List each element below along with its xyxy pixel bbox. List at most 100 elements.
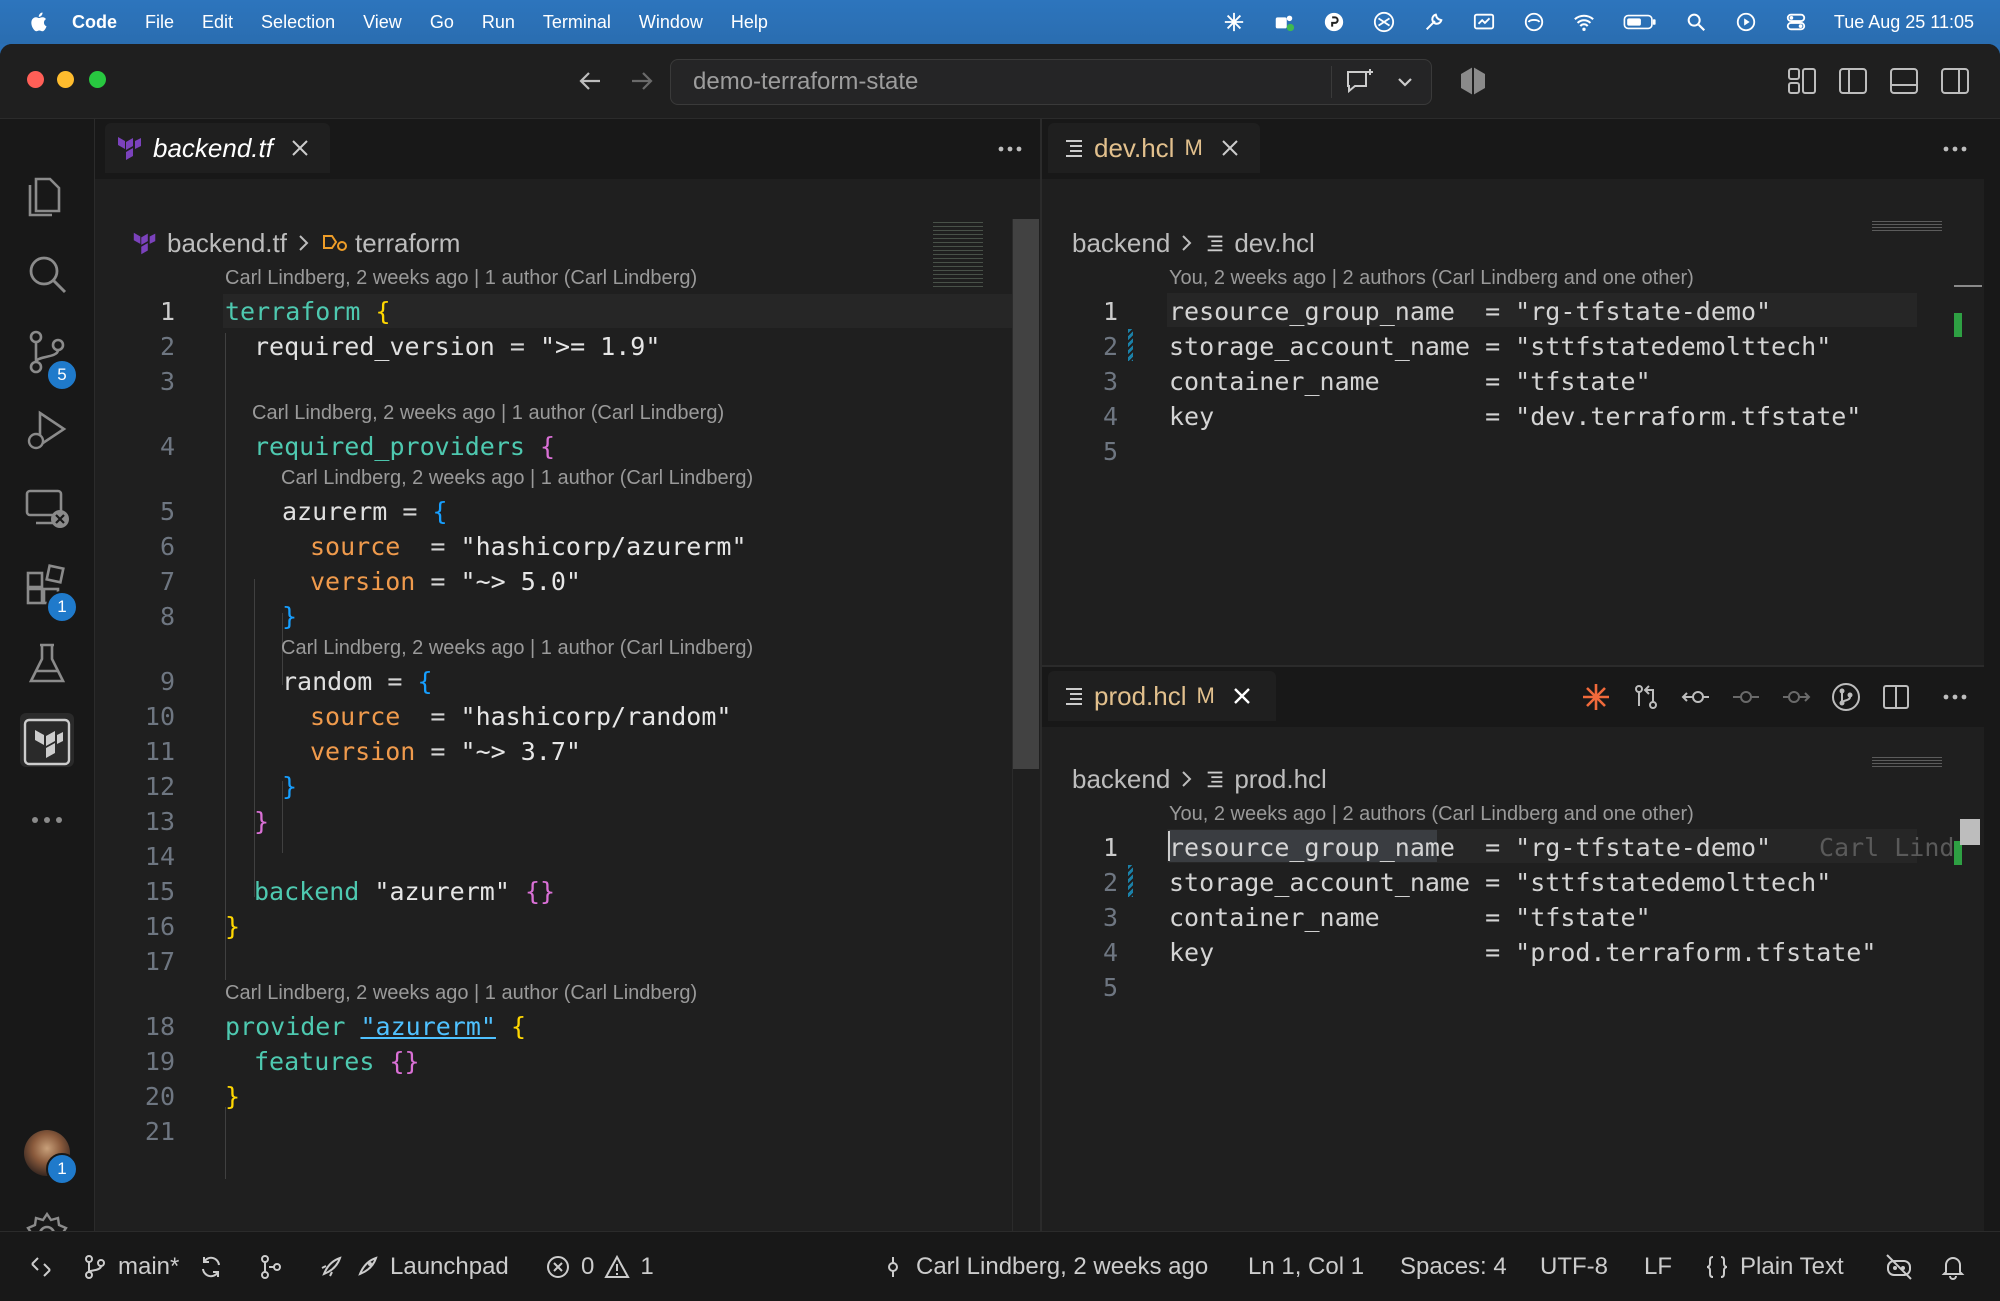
menu-help[interactable]: Help <box>731 12 768 33</box>
codelens-blame[interactable]: Carl Lindberg, 2 weeks ago | 1 author (C… <box>281 637 753 660</box>
launchpad-button[interactable]: Launchpad <box>318 1232 509 1301</box>
tab-prod-hcl[interactable]: prod.hcl M <box>1048 671 1276 721</box>
gutter-modified-marker[interactable] <box>1128 329 1133 361</box>
notifications-button[interactable] <box>1940 1232 1966 1301</box>
blame-status[interactable]: Carl Lindberg, 2 weeks ago <box>880 1232 1208 1301</box>
end-of-line[interactable]: LF <box>1644 1232 1672 1301</box>
explorer-icon[interactable] <box>22 171 72 221</box>
next-revision-icon[interactable] <box>1780 681 1812 713</box>
menu-view[interactable]: View <box>363 12 402 33</box>
remote-indicator[interactable] <box>28 1232 54 1301</box>
wifi-icon[interactable] <box>1572 11 1596 33</box>
tab-dev-hcl[interactable]: dev.hcl M <box>1048 123 1260 173</box>
more-actions-icon[interactable] <box>1940 685 1970 709</box>
control-center-icon[interactable] <box>1784 11 1808 33</box>
copilot-icon[interactable] <box>1322 11 1346 33</box>
apple-icon[interactable] <box>28 11 48 33</box>
close-tab-icon[interactable] <box>1219 137 1241 159</box>
git-graph-status[interactable] <box>258 1232 284 1301</box>
chevron-down-icon[interactable] <box>1393 70 1417 94</box>
breadcrumb-symbol[interactable]: terraform <box>355 228 460 259</box>
menu-file[interactable]: File <box>145 12 174 33</box>
breadcrumb-file[interactable]: backend.tf <box>167 228 287 259</box>
git-graph-icon[interactable] <box>1830 681 1862 713</box>
menu-go[interactable]: Go <box>430 12 454 33</box>
menu-selection[interactable]: Selection <box>261 12 335 33</box>
codelens-blame[interactable]: Carl Lindberg, 2 weeks ago | 1 author (C… <box>225 982 697 1005</box>
codelens-blame[interactable]: Carl Lindberg, 2 weeks ago | 1 author (C… <box>281 467 753 490</box>
chat-sparkle-icon[interactable] <box>1343 66 1377 98</box>
more-views-icon[interactable] <box>22 795 72 845</box>
split-editor-icon[interactable] <box>1880 681 1912 713</box>
toggle-secondary-sidebar-icon[interactable] <box>1938 64 1972 98</box>
minimap[interactable] <box>1872 219 1942 231</box>
screen-icon[interactable] <box>1472 11 1496 33</box>
close-tab-icon[interactable] <box>1231 685 1253 707</box>
terraform-icon[interactable] <box>22 717 72 767</box>
battery-icon[interactable] <box>1622 11 1658 33</box>
menubar-clock[interactable]: Tue Aug 25 11:05 <box>1834 12 1974 33</box>
codelens-blame[interactable]: Carl Lindberg, 2 weeks ago | 1 author (C… <box>252 402 724 425</box>
copilot-sparkle-icon[interactable] <box>1580 681 1612 713</box>
sync-button[interactable] <box>198 1232 224 1301</box>
menu-app[interactable]: Code <box>72 12 117 33</box>
close-tab-icon[interactable] <box>289 137 311 159</box>
branch-indicator[interactable]: main* <box>82 1232 179 1301</box>
breadcrumb-file[interactable]: dev.hcl <box>1234 228 1314 259</box>
previous-revision-icon[interactable] <box>1680 681 1712 713</box>
breadcrumb-file[interactable]: prod.hcl <box>1234 764 1327 795</box>
customize-layout-icon[interactable] <box>1785 64 1819 98</box>
menu-edit[interactable]: Edit <box>202 12 233 33</box>
breadcrumb-folder[interactable]: backend <box>1072 764 1170 795</box>
maximize-window-button[interactable] <box>89 71 106 88</box>
menu-run[interactable]: Run <box>482 12 515 33</box>
line-number: 5 <box>159 497 175 526</box>
inline-blame[interactable]: Carl Lind <box>1819 833 1954 862</box>
codelens-blame[interactable]: Carl Lindberg, 2 weeks ago | 1 author (C… <box>225 267 697 290</box>
codelens-blame[interactable]: You, 2 weeks ago | 2 authors (Carl Lindb… <box>1169 267 1694 290</box>
menu-window[interactable]: Window <box>639 12 703 33</box>
copilot-mask-icon[interactable] <box>1456 64 1490 98</box>
sparkle-icon[interactable] <box>1222 11 1246 33</box>
run-debug-icon[interactable] <box>22 405 72 455</box>
tool-icon[interactable] <box>1422 11 1446 33</box>
copilot-status[interactable] <box>1884 1232 1914 1301</box>
problems-indicator[interactable]: 0 1 <box>545 1232 654 1301</box>
minimap[interactable] <box>1872 755 1942 767</box>
search-icon[interactable] <box>22 249 72 299</box>
minimize-window-button[interactable] <box>57 71 74 88</box>
tab-backend-tf[interactable]: backend.tf <box>105 123 330 173</box>
overview-ruler-change <box>1954 313 1962 337</box>
breadcrumb-folder[interactable]: backend <box>1072 228 1170 259</box>
indentation[interactable]: Spaces: 4 <box>1400 1232 1507 1301</box>
media-icon[interactable] <box>1734 11 1758 33</box>
gutter-modified-marker[interactable] <box>1128 865 1133 897</box>
minimap[interactable] <box>933 219 983 289</box>
toggle-primary-sidebar-icon[interactable] <box>1836 64 1870 98</box>
more-actions-icon[interactable] <box>995 137 1025 161</box>
commit-icon[interactable] <box>1730 681 1762 713</box>
provider-link[interactable]: "azurerm" <box>360 1012 495 1041</box>
back-arrow-icon[interactable] <box>574 64 608 98</box>
forward-arrow-icon[interactable] <box>624 64 658 98</box>
focus-icon[interactable] <box>1522 11 1546 33</box>
teams-icon[interactable] <box>1272 11 1296 33</box>
codelens-blame[interactable]: You, 2 weeks ago | 2 authors (Carl Lindb… <box>1169 803 1694 826</box>
spotlight-icon[interactable] <box>1684 11 1708 33</box>
open-changes-icon[interactable] <box>1630 681 1662 713</box>
remote-explorer-icon[interactable] <box>22 483 72 533</box>
toggle-panel-icon[interactable] <box>1887 64 1921 98</box>
more-actions-icon[interactable] <box>1940 137 1970 161</box>
scrollbar-thumb[interactable] <box>1013 219 1039 769</box>
indent-guide <box>225 333 226 473</box>
close-window-button[interactable] <box>27 71 44 88</box>
menu-terminal[interactable]: Terminal <box>543 12 611 33</box>
code-line: } <box>254 807 270 836</box>
cursor-position[interactable]: Ln 1, Col 1 <box>1248 1232 1364 1301</box>
code-line: key = "dev.terraform.tfstate" <box>1169 402 1862 431</box>
language-mode[interactable]: Plain Text <box>1704 1232 1844 1301</box>
shield-icon[interactable] <box>1372 11 1396 33</box>
encoding[interactable]: UTF-8 <box>1540 1232 1608 1301</box>
testing-flask-icon[interactable] <box>22 639 72 689</box>
command-center-search[interactable]: demo-terraform-state <box>670 59 1432 105</box>
